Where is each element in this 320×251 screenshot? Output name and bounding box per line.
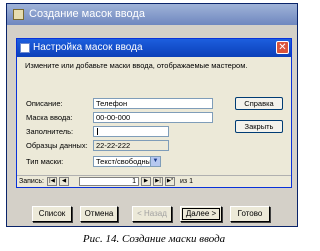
help-button[interactable]: Справка: [235, 97, 283, 110]
list-button[interactable]: Список: [32, 206, 72, 222]
wizard-title-bar: Создание масок ввода: [7, 4, 297, 25]
last-record-icon[interactable]: ▶|: [153, 177, 163, 186]
mask-type-select[interactable]: Текст/свободный ▼: [93, 156, 161, 167]
next-record-icon[interactable]: ▶: [141, 177, 151, 186]
close-button[interactable]: Закрыть: [235, 120, 283, 133]
instruction-text: Измените или добавьте маски ввода, отобр…: [25, 61, 248, 70]
new-record-icon[interactable]: ▶*: [165, 177, 175, 186]
sample-data-label: Образцы данных:: [26, 141, 88, 150]
placeholder-label: Заполнитель:: [26, 127, 74, 136]
wizard-button-row: Список Отмена < Назад Далее > Готово: [32, 206, 292, 223]
description-label: Описание:: [26, 99, 63, 108]
cancel-button[interactable]: Отмена: [80, 206, 118, 222]
mask-settings-dialog: Настройка масок ввода ✕ Измените или доб…: [16, 38, 292, 188]
description-field[interactable]: Телефон: [93, 98, 213, 109]
record-label: Запись:: [19, 178, 44, 185]
sample-data-field: 22-22-222: [93, 140, 169, 151]
placeholder-field[interactable]: [93, 126, 169, 137]
figure-caption: Рис. 14. Создание маски ввода: [82, 233, 226, 245]
first-record-icon[interactable]: |◀: [47, 177, 57, 186]
wizard-title: Создание масок ввода: [29, 8, 145, 20]
mask-type-label: Тип маски:: [26, 157, 64, 166]
mask-label: Маска ввода:: [26, 113, 73, 122]
finish-button[interactable]: Готово: [230, 206, 270, 222]
close-icon[interactable]: ✕: [276, 41, 289, 54]
text-cursor: [97, 128, 98, 135]
chevron-down-icon[interactable]: ▼: [150, 157, 160, 166]
dialog-title-bar: Настройка масок ввода ✕: [17, 39, 291, 57]
app-icon: [13, 9, 24, 20]
record-number-field[interactable]: 1: [79, 177, 139, 186]
previous-record-icon[interactable]: ◀: [59, 177, 69, 186]
back-button[interactable]: < Назад: [132, 206, 172, 222]
record-count: из 1: [180, 178, 193, 185]
form-icon: [20, 43, 30, 53]
next-button[interactable]: Далее >: [180, 206, 222, 222]
dialog-title: Настройка масок ввода: [33, 42, 143, 53]
input-mask-field[interactable]: 00-00-000: [93, 112, 213, 123]
record-navigator: Запись: |◀ ◀ 1 ▶ ▶| ▶* из 1: [17, 175, 291, 187]
